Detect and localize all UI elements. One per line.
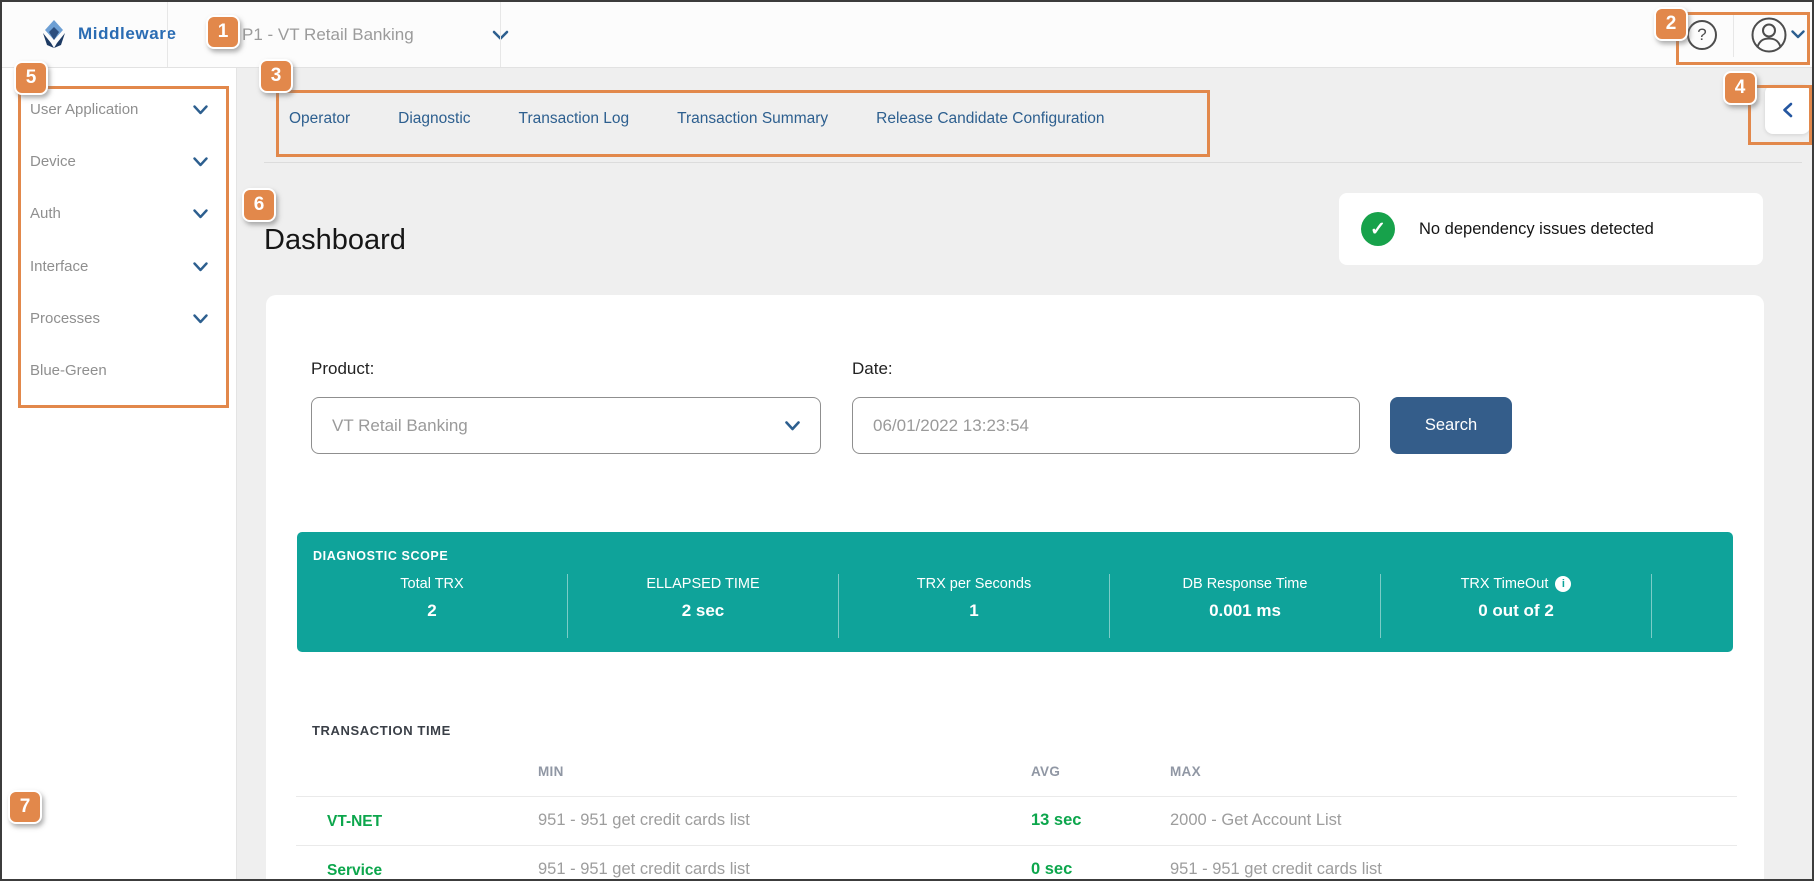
stat-value: 0.001 ms bbox=[1209, 601, 1281, 620]
user-avatar-icon[interactable] bbox=[1750, 16, 1788, 54]
dependency-status-card: ✓ No dependency issues detected bbox=[1339, 193, 1763, 265]
row-avg-value: 13 sec bbox=[1031, 811, 1082, 829]
dependency-status-text: No dependency issues detected bbox=[1419, 219, 1654, 238]
row-max-value: 951 - 951 get credit cards list bbox=[1170, 860, 1382, 878]
date-label: Date: bbox=[852, 359, 893, 378]
sidebar-item-processes[interactable]: Processes bbox=[30, 310, 208, 327]
diagnostic-scope-stats: Total TRX 2 ELLAPSED TIME 2 sec TRX per … bbox=[297, 574, 1652, 638]
stat-trx-per-seconds: TRX per Seconds 1 bbox=[839, 574, 1110, 638]
sidebar-item-label: Interface bbox=[30, 258, 89, 275]
tab-diagnostic[interactable]: Diagnostic bbox=[398, 110, 470, 128]
brand-logo-group: Middleware bbox=[40, 19, 177, 49]
help-icon[interactable]: ? bbox=[1687, 20, 1717, 50]
date-input-value: 06/01/2022 13:23:54 bbox=[873, 415, 1029, 435]
callout-6: 6 bbox=[242, 188, 276, 222]
sidebar-item-user-application[interactable]: User Application bbox=[30, 101, 208, 118]
brand-name: Middleware bbox=[78, 24, 177, 43]
page-title: Dashboard bbox=[264, 224, 406, 256]
callout-3: 3 bbox=[259, 59, 293, 93]
user-menu-chevron-down-icon[interactable] bbox=[1791, 30, 1805, 39]
stat-label: Total TRX bbox=[400, 576, 464, 592]
callout-2: 2 bbox=[1654, 7, 1688, 41]
sidebar-item-label: Blue-Green bbox=[30, 362, 107, 379]
chevron-down-icon bbox=[193, 208, 208, 218]
callout-5: 5 bbox=[14, 61, 48, 95]
environment-dropdown-value: P1 - VT Retail Banking bbox=[242, 25, 414, 44]
stat-ellapsed-time: ELLAPSED TIME 2 sec bbox=[568, 574, 839, 638]
callout-7: 7 bbox=[8, 790, 42, 824]
search-button[interactable]: Search bbox=[1390, 397, 1512, 454]
stat-label: ELLAPSED TIME bbox=[646, 576, 760, 592]
stat-total-trx: Total TRX 2 bbox=[297, 574, 568, 638]
table-row-vt-net: VT-NET 951 - 951 get credit cards list 1… bbox=[296, 796, 1737, 845]
header-icons-divider bbox=[1733, 12, 1734, 57]
sidebar-item-auth[interactable]: Auth bbox=[30, 205, 208, 222]
left-sidebar: User Application Device Auth Interface P… bbox=[2, 68, 237, 879]
table-row-service: Service 951 - 951 get credit cards list … bbox=[296, 845, 1737, 879]
stat-value: 2 sec bbox=[681, 601, 725, 620]
column-header-min: MIN bbox=[538, 764, 564, 779]
dashboard-main-card: Product: VT Retail Banking Date: 06/01/2… bbox=[266, 295, 1764, 879]
date-input[interactable]: 06/01/2022 13:23:54 bbox=[852, 397, 1360, 454]
content-top-divider bbox=[264, 162, 1802, 163]
sidebar-item-label: Auth bbox=[30, 205, 61, 222]
column-header-avg: AVG bbox=[1031, 764, 1061, 779]
sidebar-item-label: Device bbox=[30, 153, 76, 170]
tab-bar: Operator Diagnostic Transaction Log Tran… bbox=[289, 110, 1105, 128]
callout-1: 1 bbox=[206, 15, 240, 49]
middleware-dashboard-screen: Middleware P1 - VT Retail Banking ? User… bbox=[0, 0, 1814, 881]
table-header-row: MIN AVG MAX bbox=[296, 750, 1737, 796]
sidebar-collapse-button[interactable] bbox=[1765, 85, 1810, 134]
diagnostic-scope-title: DIAGNOSTIC SCOPE bbox=[313, 549, 449, 563]
chevron-down-icon bbox=[193, 261, 208, 271]
sidebar-item-label: Processes bbox=[30, 310, 101, 327]
row-min-value: 951 - 951 get credit cards list bbox=[538, 860, 750, 878]
column-header-max: MAX bbox=[1170, 764, 1201, 779]
stat-value: 2 bbox=[427, 601, 437, 620]
chevron-left-icon bbox=[1783, 102, 1793, 117]
row-name: VT-NET bbox=[327, 813, 383, 830]
tab-operator[interactable]: Operator bbox=[289, 110, 350, 128]
transaction-time-title: TRANSACTION TIME bbox=[312, 723, 451, 738]
sidebar-item-blue-green[interactable]: Blue-Green bbox=[30, 362, 208, 379]
sidebar-item-interface[interactable]: Interface bbox=[30, 258, 208, 275]
stat-label: TRX TimeOut bbox=[1460, 576, 1549, 592]
product-label: Product: bbox=[311, 359, 375, 378]
product-select-value: VT Retail Banking bbox=[332, 415, 468, 435]
diagnostic-scope-panel: DIAGNOSTIC SCOPE Total TRX 2 ELLAPSED TI… bbox=[297, 532, 1733, 652]
stat-value: 0 out of 2 bbox=[1478, 601, 1554, 620]
tab-release-candidate-configuration[interactable]: Release Candidate Configuration bbox=[876, 110, 1104, 128]
stat-trx-timeout: TRX TimeOut i 0 out of 2 bbox=[1381, 574, 1652, 638]
chevron-down-icon bbox=[193, 313, 208, 323]
stat-value: 1 bbox=[969, 601, 979, 620]
chevron-down-icon bbox=[785, 420, 800, 430]
row-avg-value: 0 sec bbox=[1031, 860, 1073, 878]
row-max-value: 2000 - Get Account List bbox=[1170, 811, 1342, 829]
header-divider bbox=[500, 2, 501, 67]
tab-transaction-log[interactable]: Transaction Log bbox=[519, 110, 630, 128]
stat-label: TRX per Seconds bbox=[916, 576, 1032, 592]
product-select[interactable]: VT Retail Banking bbox=[311, 397, 821, 454]
row-name: Service bbox=[327, 862, 383, 879]
success-check-icon: ✓ bbox=[1361, 212, 1395, 246]
header-divider bbox=[167, 2, 168, 67]
chevron-down-icon bbox=[193, 156, 208, 166]
callout-4: 4 bbox=[1723, 71, 1757, 105]
stat-db-response-time: DB Response Time 0.001 ms bbox=[1110, 574, 1381, 638]
info-icon[interactable]: i bbox=[1555, 576, 1572, 592]
row-min-value: 951 - 951 get credit cards list bbox=[538, 811, 750, 829]
tab-transaction-summary[interactable]: Transaction Summary bbox=[677, 110, 828, 128]
sidebar-item-label: User Application bbox=[30, 101, 139, 118]
chevron-down-icon bbox=[193, 104, 208, 114]
transaction-time-table: MIN AVG MAX VT-NET 951 - 951 get credit … bbox=[296, 750, 1737, 879]
stat-label: DB Response Time bbox=[1182, 576, 1308, 592]
middleware-logo-icon bbox=[43, 20, 65, 48]
sidebar-item-device[interactable]: Device bbox=[30, 153, 208, 170]
